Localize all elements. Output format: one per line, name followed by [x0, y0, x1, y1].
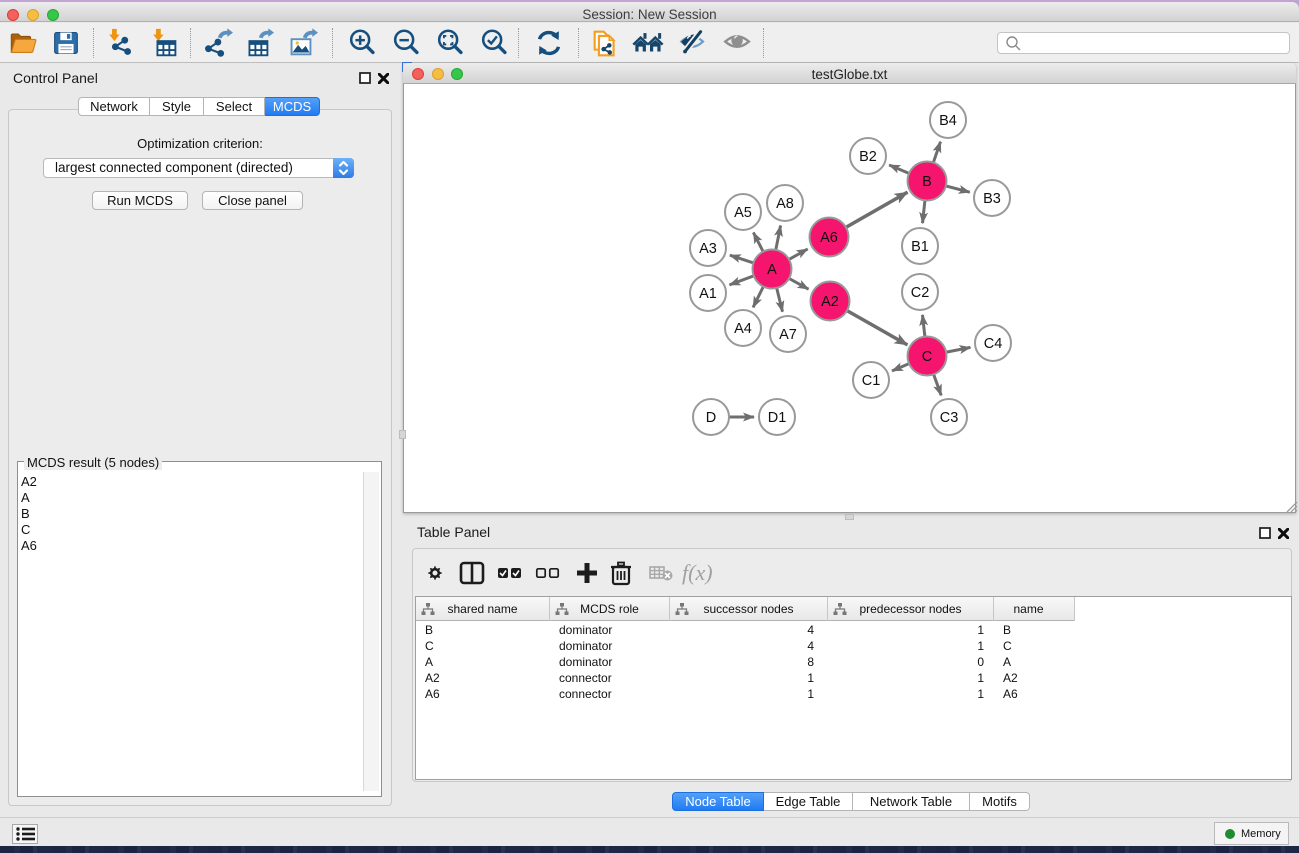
svg-text:B2: B2 — [859, 149, 877, 165]
svg-text:A6: A6 — [820, 230, 838, 246]
svg-text:B1: B1 — [911, 239, 929, 255]
svg-text:D1: D1 — [768, 410, 787, 426]
svg-text:A2: A2 — [821, 294, 839, 310]
svg-text:A1: A1 — [699, 286, 717, 302]
svg-text:C3: C3 — [940, 410, 959, 426]
svg-text:A8: A8 — [776, 196, 794, 212]
svg-text:f(x): f(x) — [682, 560, 713, 585]
svg-text:A5: A5 — [734, 205, 752, 221]
svg-text:B: B — [922, 174, 932, 190]
svg-text:B4: B4 — [939, 113, 957, 129]
svg-text:C1: C1 — [862, 373, 881, 389]
svg-text:B3: B3 — [983, 191, 1001, 207]
svg-text:A3: A3 — [699, 241, 717, 257]
svg-text:A4: A4 — [734, 321, 752, 337]
svg-text:C4: C4 — [984, 336, 1003, 352]
svg-text:D: D — [706, 410, 716, 426]
svg-text:A7: A7 — [779, 327, 797, 343]
svg-text:C: C — [922, 349, 932, 365]
svg-text:A: A — [767, 262, 777, 278]
svg-text:C2: C2 — [911, 285, 930, 301]
